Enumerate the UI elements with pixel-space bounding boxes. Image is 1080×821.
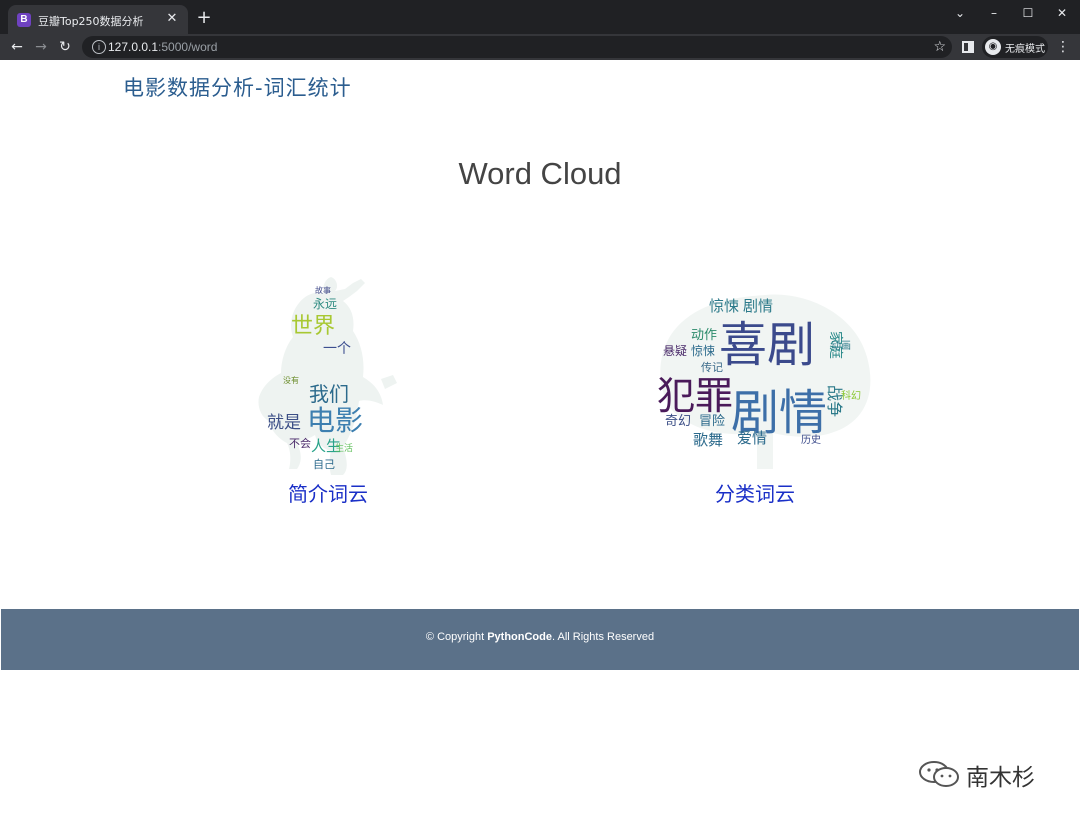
category-cloud-word: 奇幻 xyxy=(665,413,691,429)
category-cloud-word: 惊悚 xyxy=(691,343,715,358)
tab-title: 豆瓣Top250数据分析 xyxy=(38,15,144,28)
reload-icon[interactable]: ↻ xyxy=(55,37,75,57)
intro-word-cloud-link[interactable]: 简介词云 xyxy=(255,478,401,507)
section-title: Word Cloud xyxy=(458,156,622,191)
maximize-icon[interactable]: ☐ xyxy=(1018,4,1038,22)
chevron-down-icon[interactable]: ⌄ xyxy=(950,4,970,22)
bookmark-star-icon[interactable]: ☆ xyxy=(933,38,946,56)
category-cloud-word: 传记 xyxy=(701,361,723,374)
url-text[interactable]: 127.0.0.1:5000/word xyxy=(108,40,217,54)
incognito-label: 无痕模式 xyxy=(1005,44,1045,55)
forward-arrow-icon[interactable]: → xyxy=(31,37,51,57)
info-icon[interactable]: i xyxy=(92,40,106,54)
side-panel-icon[interactable] xyxy=(962,41,974,53)
category-cloud-word: 历史 xyxy=(801,434,821,446)
category-cloud-word: 冒险 xyxy=(699,414,725,429)
intro-cloud-word: 生活 xyxy=(335,442,353,454)
category-cloud-word: 惊悚 xyxy=(709,297,739,315)
intro-word-cloud-image[interactable]: 故事 永远 世界 我们 就是 电影 人生 不会 自己 生活 没有 一个 xyxy=(253,273,409,478)
intro-cloud-word: 世界 xyxy=(291,314,335,339)
intro-cloud-word: 就是 xyxy=(267,413,301,433)
category-word-cloud-image[interactable]: 惊悚 剧情 喜剧 动作 悬疑 惊悚 家庭 动画 传记 犯罪 剧情 爱情 科幻 奇… xyxy=(655,273,875,478)
minimize-icon[interactable]: – xyxy=(984,4,1004,22)
intro-cloud-word: 不会 xyxy=(289,437,311,450)
browser-toolbar: ← → ↻ i 127.0.0.1:5000/word ☆ ◉ 无痕模式 ⋮ xyxy=(0,34,1080,60)
intro-cloud-word: 一个 xyxy=(323,341,351,357)
back-arrow-icon[interactable]: ← xyxy=(7,37,27,57)
category-cloud-word: 犯罪 xyxy=(657,374,733,418)
intro-cloud-word: 自己 xyxy=(313,458,335,471)
intro-cloud-word: 我们 xyxy=(309,382,349,406)
category-word-cloud-link[interactable]: 分类词云 xyxy=(681,478,829,507)
browser-window: B 豆瓣Top250数据分析 ✕ + ⌄ – ☐ ✕ ← → ↻ i 127.0… xyxy=(0,0,1080,821)
address-bar[interactable]: i 127.0.0.1:5000/word ☆ xyxy=(82,36,952,58)
intro-cloud-word: 电影 xyxy=(307,404,363,437)
tab-close-icon[interactable]: ✕ xyxy=(164,11,180,27)
category-cloud-word: 歌舞 xyxy=(693,431,723,449)
url-path: :5000/word xyxy=(158,40,218,54)
category-cloud-word: 动作 xyxy=(691,328,717,343)
kebab-menu-icon[interactable]: ⋮ xyxy=(1056,37,1070,57)
category-cloud-word: 喜剧 xyxy=(719,317,815,373)
page-content: 电影数据分析-词汇统计 Word Cloud 故事 永远 世界 我们 就是 电影… xyxy=(1,60,1079,821)
new-tab-button[interactable]: + xyxy=(194,8,214,28)
footer-brand-link[interactable]: PythonCode xyxy=(487,631,552,643)
category-cloud-word: 悬疑 xyxy=(663,343,687,358)
intro-cloud-word: 故事 xyxy=(315,285,331,295)
category-cloud-word: 剧情 xyxy=(743,297,773,315)
url-host: 127.0.0.1 xyxy=(108,40,159,54)
wechat-icon xyxy=(919,761,959,787)
category-cloud-word: 战争 xyxy=(825,385,844,417)
intro-cloud-word: 没有 xyxy=(283,375,299,385)
bootstrap-favicon-icon: B xyxy=(17,13,31,27)
tab-bar: B 豆瓣Top250数据分析 ✕ + ⌄ – ☐ ✕ xyxy=(0,0,1080,34)
category-cloud-word: 爱情 xyxy=(737,429,767,447)
footer-copyright: © Copyright PythonCode. All Rights Reser… xyxy=(1,631,1079,643)
incognito-badge[interactable]: ◉ 无痕模式 xyxy=(982,36,1048,58)
copyright-prefix: © Copyright xyxy=(425,631,488,643)
tab-active[interactable]: B 豆瓣Top250数据分析 ✕ xyxy=(8,5,188,34)
copyright-suffix: . All Rights Reserved xyxy=(551,631,655,643)
brand-link[interactable]: 电影数据分析-词汇统计 xyxy=(123,72,352,102)
watermark-text: 南木杉 xyxy=(966,765,1035,791)
close-window-icon[interactable]: ✕ xyxy=(1052,4,1072,22)
intro-cloud-word: 永远 xyxy=(313,297,337,311)
category-cloud-word: 动画 xyxy=(831,340,851,352)
incognito-icon: ◉ xyxy=(985,39,1001,55)
footer: © Copyright PythonCode. All Rights Reser… xyxy=(1,609,1079,670)
